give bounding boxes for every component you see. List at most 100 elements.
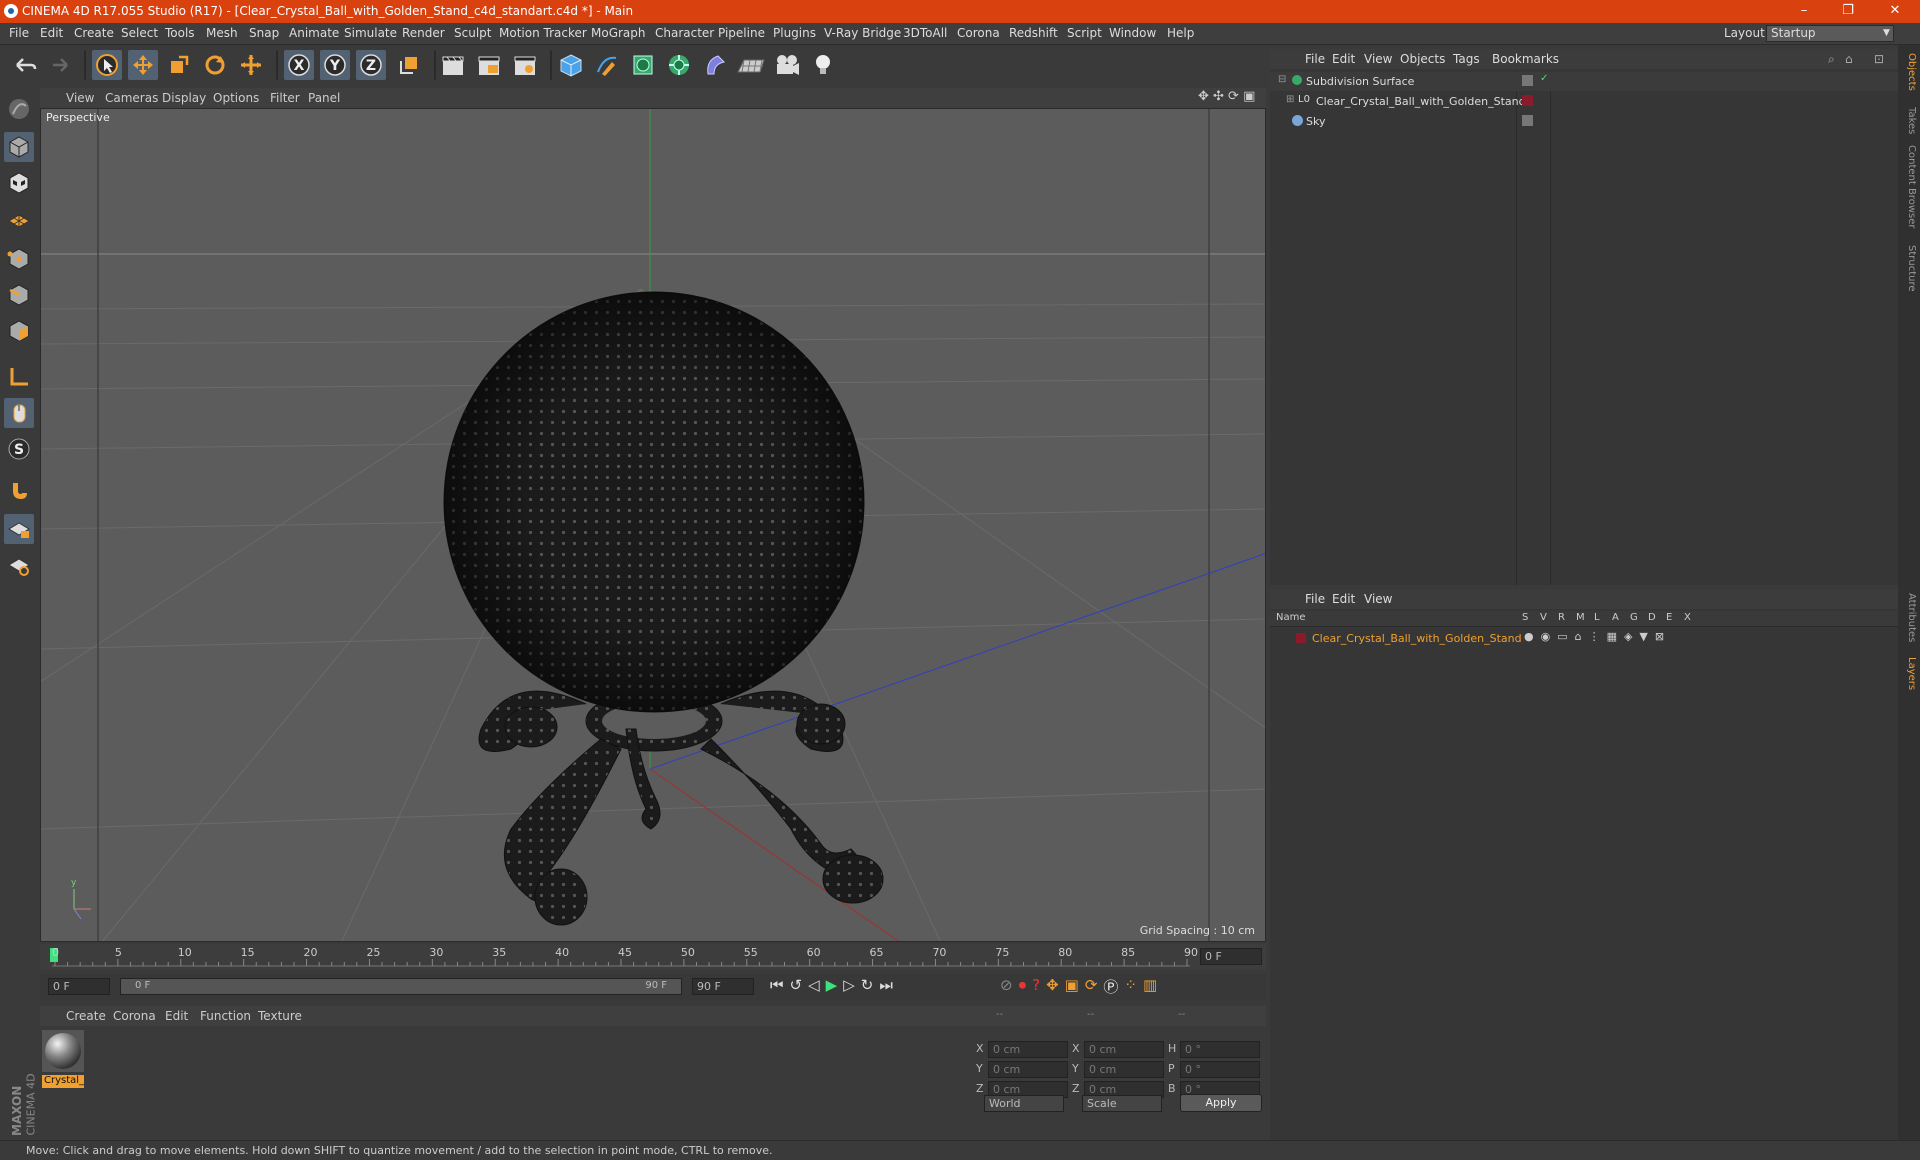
deformer-button[interactable] (700, 50, 730, 80)
world-dropdown[interactable]: World (984, 1095, 1064, 1112)
mat-menu-edit[interactable]: Edit (165, 1009, 188, 1023)
axis-mode-button[interactable] (4, 362, 34, 392)
viewport-nav-icons[interactable]: ✥ ✣ ⟳ ▣ (1198, 89, 1255, 104)
record-icon[interactable]: ⏺ (1019, 976, 1027, 997)
mat-menu-create[interactable]: Create (66, 1009, 106, 1023)
layer-column-header[interactable]: X (1684, 612, 1691, 623)
layout-dropdown[interactable]: Startup ▼ (1766, 25, 1894, 42)
coord-value-field[interactable]: 0 ° (1180, 1041, 1260, 1058)
tab-attributes[interactable]: Attributes (1901, 593, 1917, 642)
menu-mesh[interactable]: Mesh (206, 26, 238, 40)
menu-select[interactable]: Select (121, 26, 158, 40)
menu-simulate[interactable]: Simulate (344, 26, 397, 40)
points-mode-button[interactable] (4, 244, 34, 274)
frame-range-slider[interactable]: 0 F 90 F (120, 978, 682, 995)
key-param-icon[interactable]: Ⓟ (1103, 976, 1118, 997)
menu-redshift[interactable]: Redshift (1009, 26, 1058, 40)
vp-menu-view[interactable]: View (66, 91, 94, 105)
key-scale-icon[interactable]: ▣ (1065, 976, 1079, 997)
layer-column-header[interactable]: G (1630, 612, 1638, 623)
layer-column-header[interactable]: A (1612, 612, 1619, 623)
layer-flag-icons[interactable]: ●◉▭⌂⋮▦◈▼⊠ (1524, 630, 1671, 643)
texture-mode-button[interactable] (4, 168, 34, 198)
home-icon[interactable]: ⌂ (1845, 52, 1853, 66)
goto-end-icon[interactable]: ⏭ (879, 976, 893, 994)
menu-motion-tracker[interactable]: Motion Tracker (499, 26, 587, 40)
obj-menu-tags[interactable]: Tags (1453, 52, 1480, 66)
obj-menu-edit[interactable]: Edit (1332, 52, 1355, 66)
obj-menu-file[interactable]: File (1305, 52, 1325, 66)
menu-edit[interactable]: Edit (40, 26, 63, 40)
scale-tool-button[interactable] (164, 50, 194, 80)
coord-value-field[interactable]: 0 ° (1180, 1061, 1260, 1078)
coord-value-field[interactable]: 0 cm (988, 1041, 1068, 1058)
layer-color-swatch[interactable] (1296, 633, 1306, 643)
maximize-button[interactable]: ❐ (1826, 0, 1870, 23)
undo-button[interactable] (10, 50, 40, 80)
menu-mograph[interactable]: MoGraph (591, 26, 646, 40)
minimize-button[interactable]: – (1782, 0, 1826, 23)
snap-button[interactable] (4, 476, 34, 506)
menu-create[interactable]: Create (74, 26, 114, 40)
expand-icon[interactable]: ⊞ (1286, 94, 1294, 105)
motion-record-icon[interactable]: ⊘ (1000, 976, 1013, 997)
subdivision-button[interactable] (628, 50, 658, 80)
coordinate-system-button[interactable] (394, 50, 424, 80)
auto-key-icon[interactable]: ? (1032, 976, 1040, 997)
search-icon[interactable]: ⌕ (1828, 52, 1835, 67)
object-row-crystal-ball[interactable]: ⊞ L0 Clear_Crystal_Ball_with_Golden_Stan… (1270, 92, 1898, 111)
end-frame-field[interactable]: 90 F (692, 978, 754, 995)
next-key-icon[interactable]: ↻ (861, 976, 874, 994)
menu-file[interactable]: File (9, 26, 29, 40)
menu-render[interactable]: Render (402, 26, 445, 40)
layer-menu-edit[interactable]: Edit (1332, 592, 1355, 606)
layer-column-header[interactable]: M (1576, 612, 1585, 623)
layer-row[interactable]: Clear_Crystal_Ball_with_Golden_Stand ●◉▭… (1270, 629, 1898, 648)
light-button[interactable] (808, 50, 838, 80)
tab-objects[interactable]: Objects (1901, 53, 1917, 91)
layer-column-header[interactable]: S (1522, 612, 1528, 623)
mat-menu-corona[interactable]: Corona (113, 1009, 156, 1023)
redo-button[interactable] (44, 50, 74, 80)
expand-icon[interactable]: ⊡ (1874, 52, 1884, 66)
lock-workplane-button[interactable] (4, 514, 34, 544)
start-frame-field[interactable]: 0 F (48, 978, 110, 995)
floor-button[interactable] (736, 50, 766, 80)
layer-column-header[interactable]: L (1594, 612, 1600, 623)
planar-workplane-button[interactable] (4, 550, 34, 580)
menu-character[interactable]: Character (655, 26, 714, 40)
layer-menu-file[interactable]: File (1305, 592, 1325, 606)
coord-value-field[interactable]: 0 cm (1084, 1041, 1164, 1058)
edges-mode-button[interactable] (4, 280, 34, 310)
camera-button[interactable] (772, 50, 802, 80)
enabled-check-icon[interactable]: ✓ (1540, 73, 1548, 84)
obj-menu-view[interactable]: View (1364, 52, 1392, 66)
3d-viewport[interactable]: y Perspective Grid Spacing : 10 cm (40, 108, 1266, 942)
vp-menu-display[interactable]: Display (162, 91, 206, 105)
key-move-icon[interactable]: ✥ (1046, 976, 1059, 997)
object-row-subdivision-surface[interactable]: ⊟ Subdivision Surface ✓ (1270, 72, 1898, 91)
select-tool-button[interactable] (92, 50, 122, 80)
object-row-sky[interactable]: Sky (1270, 112, 1898, 131)
render-view-button[interactable] (438, 50, 468, 80)
tab-takes[interactable]: Takes (1901, 107, 1917, 134)
render-picture-viewer-button[interactable] (474, 50, 504, 80)
obj-menu-bookmarks[interactable]: Bookmarks (1492, 52, 1559, 66)
menu-help[interactable]: Help (1167, 26, 1194, 40)
timeline-ruler[interactable]: 0 5 10 15 20 25 30 35 40 45 50 55 60 65 70 75 80 85 90 0 F (40, 944, 1266, 970)
apply-button[interactable]: Apply (1180, 1094, 1262, 1112)
menu-corona[interactable]: Corona (957, 26, 1000, 40)
next-frame-icon[interactable]: ▷ (843, 976, 855, 994)
prev-frame-icon[interactable]: ◁ (808, 976, 820, 994)
z-axis-lock-button[interactable]: Z (356, 50, 386, 80)
tab-content-browser[interactable]: Content Browser (1901, 145, 1917, 228)
spline-pen-button[interactable] (592, 50, 622, 80)
move-tool-button[interactable] (128, 50, 158, 80)
menu-window[interactable]: Window (1109, 26, 1156, 40)
cube-object-button[interactable] (556, 50, 586, 80)
close-button[interactable]: ✕ (1870, 0, 1920, 23)
current-frame-field[interactable]: 0 F (1200, 948, 1262, 965)
layer-column-header[interactable]: Name (1276, 612, 1306, 623)
x-axis-lock-button[interactable]: X (284, 50, 314, 80)
tab-structure[interactable]: Structure (1901, 245, 1917, 292)
